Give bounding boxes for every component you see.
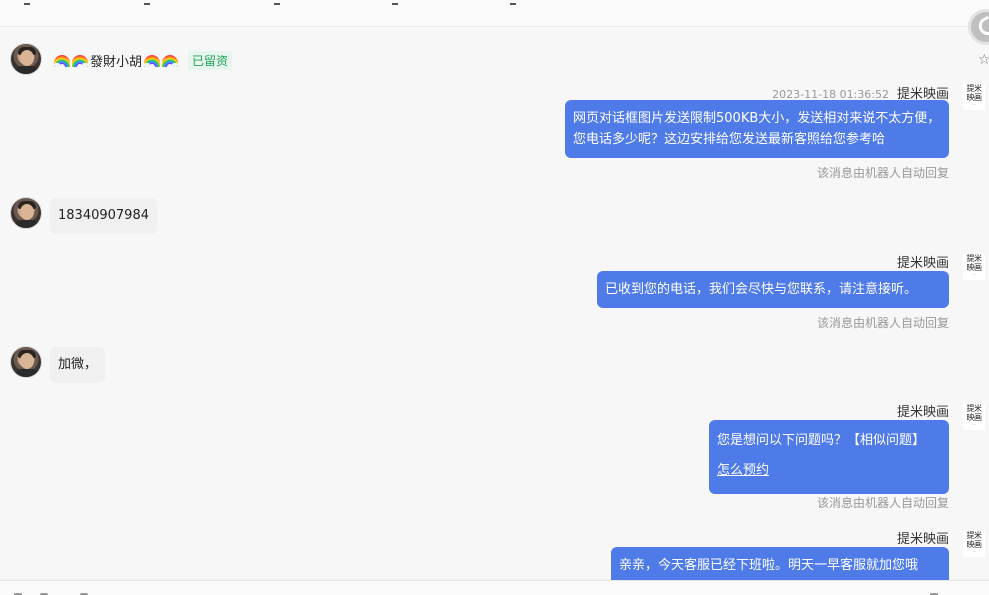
chat-history[interactable]: 發財小胡 已留资 2023-11-18 01:36:52 提米映画 提米 映画 ·… [0, 27, 989, 580]
suggestion-intro: 您是想问以下问题吗？【相似问题】 [717, 433, 926, 448]
agent-message-bubble[interactable]: 网页对话框图片发送限制500KB大小，发送相对来说不太方便，您电话多少呢？这边安… [565, 100, 949, 158]
agent-avatar-text: 映画 [966, 540, 983, 549]
agent-avatar-text: 提米 [966, 254, 983, 263]
agent-avatar-text: 提米 [966, 531, 983, 540]
agent-avatar[interactable]: 提米 映画 ··· [963, 254, 985, 280]
agent-avatar-text: 映画 [966, 413, 983, 422]
agent-avatar[interactable]: 提米 映画 ··· [963, 404, 985, 430]
agent-avatar[interactable]: 提米 映画 ··· [963, 531, 985, 557]
toolbar-tick [24, 3, 30, 5]
auto-reply-note: 该消息由机器人自动回复 [816, 166, 949, 180]
agent-avatar-dots: ··· [972, 422, 976, 427]
rainbow-icon [144, 54, 161, 67]
auto-reply-note: 该消息由机器人自动回复 [816, 316, 949, 330]
visitor-avatar[interactable] [10, 346, 42, 378]
toolbar-tick [144, 3, 150, 5]
agent-name: 提米映画 [896, 405, 949, 420]
rainbow-icon [72, 54, 88, 67]
suggested-question-link[interactable]: 怎么预约 [717, 463, 769, 478]
toolbar-tick [392, 3, 398, 5]
visitor-name: 發財小胡 [90, 55, 143, 70]
lead-status-badge: 已留资 [188, 51, 233, 70]
top-toolbar [0, 0, 989, 27]
agent-avatar-text: 提米 [966, 404, 983, 413]
visitor-message-bubble[interactable]: 18340907984 [50, 198, 157, 234]
phone-icon [975, 15, 989, 39]
agent-avatar-dots: ··· [972, 102, 976, 107]
visitor-message-bubble[interactable]: 加微， [50, 347, 106, 383]
star-icon[interactable]: ☆ [978, 52, 989, 68]
rainbow-icon [162, 54, 179, 67]
visitor-avatar[interactable] [10, 197, 42, 229]
toolbar-tick [274, 3, 280, 5]
agent-avatar-dots: ··· [972, 272, 976, 277]
agent-name: 提米映画 [896, 256, 949, 271]
rainbow-icon [54, 54, 70, 67]
agent-avatar[interactable]: 提米 映画 ··· [963, 84, 985, 110]
auto-reply-note: 该消息由机器人自动回复 [816, 496, 949, 510]
agent-avatar-dots: ··· [972, 549, 976, 554]
input-toolbar [0, 580, 989, 595]
agent-avatar-text: 映画 [966, 93, 983, 102]
agent-message-bubble: 您是想问以下问题吗？【相似问题】 怎么预约 [709, 420, 949, 494]
visitor-avatar[interactable] [10, 43, 42, 75]
toolbar-tick [510, 3, 516, 5]
agent-avatar-text: 提米 [966, 84, 983, 93]
agent-avatar-text: 映画 [966, 263, 983, 272]
visitor-name-row: 發財小胡 已留资 [54, 51, 233, 70]
agent-message-bubble[interactable]: 已收到您的电话，我们会尽快与您联系，请注意接听。 [597, 271, 949, 308]
agent-message-bubble[interactable]: 亲亲，今天客服已经下班啦。明天一早客服就加您哦 [611, 547, 949, 580]
agent-name: 提米映画 [896, 532, 949, 547]
